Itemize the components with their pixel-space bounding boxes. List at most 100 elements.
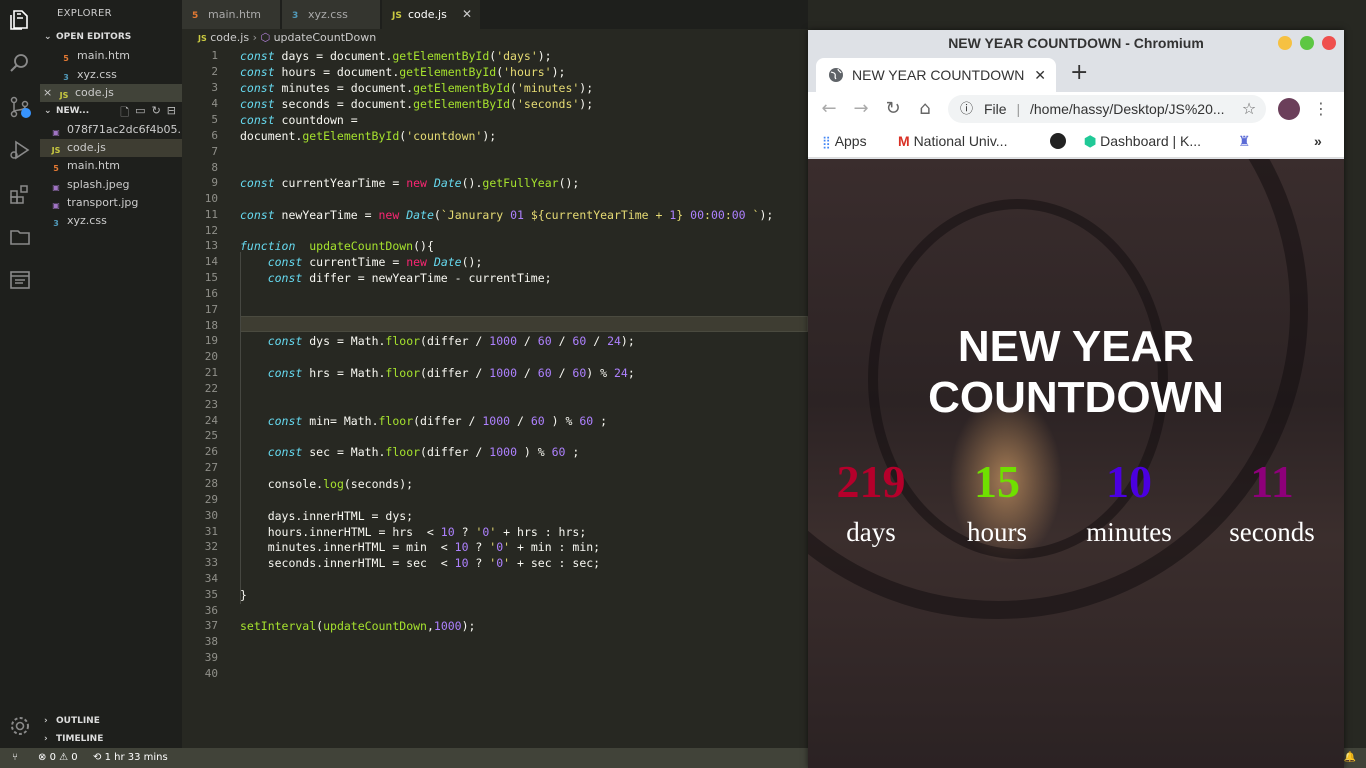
time-value: 1 hr 33 mins: [104, 752, 168, 763]
breadcrumb-file[interactable]: code.js: [210, 31, 249, 44]
globe-icon: [829, 68, 843, 82]
line-number: 17: [204, 303, 218, 316]
html-file-icon: 5: [63, 54, 69, 63]
github-bookmark[interactable]: [1050, 133, 1066, 149]
code-line: const min= Math.floor(differ / 1000 / 60…: [267, 414, 608, 428]
minutes-value: 10: [1106, 456, 1152, 507]
home-button[interactable]: ⌂: [914, 98, 936, 120]
file-item[interactable]: JS code.js: [40, 139, 182, 157]
close-window-button[interactable]: [1322, 36, 1336, 50]
notifications-icon[interactable]: 🔔: [1344, 748, 1356, 768]
timeline-label: TIMELINE: [56, 734, 104, 744]
browser-tab[interactable]: NEW YEAR COUNTDOWN ✕: [816, 58, 1056, 92]
close-tab-icon[interactable]: ✕: [1034, 58, 1046, 92]
maximize-button[interactable]: [1300, 36, 1314, 50]
breadcrumb-symbol[interactable]: updateCountDown: [274, 31, 377, 44]
extensions-icon[interactable]: [8, 182, 32, 206]
editor-tabs: 5 main.htm 3 xyz.css JS code.js ✕: [182, 0, 808, 29]
new-tab-button[interactable]: +: [1070, 60, 1088, 85]
bookmark-label: National Univ...: [913, 133, 1008, 149]
open-editor-code-js[interactable]: × JS code.js: [40, 84, 182, 102]
line-number: 15: [204, 271, 218, 284]
reload-button[interactable]: ↻: [882, 98, 904, 120]
bookmark-national-univ[interactable]: M National Univ...: [898, 133, 1007, 149]
open-editors-header[interactable]: ⌄ OPEN EDITORS: [44, 32, 131, 42]
file-item[interactable]: ▣ splash.jpeg: [50, 176, 182, 194]
address-bar[interactable]: ⓘ File | /home/hassy/Desktop/JS%20...: [948, 95, 1266, 123]
chevron-down-icon: ⌄: [44, 32, 52, 42]
bookmarks-bar: ⣿ Apps M National Univ... ⬢ Dashboard | …: [808, 126, 1344, 158]
line-number: 9: [211, 176, 218, 189]
line-number: 24: [204, 414, 218, 427]
chevron-down-icon: ⌄: [44, 106, 52, 116]
bookmark-label: Apps: [834, 133, 867, 149]
bookmark-dashboard[interactable]: ⬢ Dashboard | K...: [1084, 133, 1201, 150]
tab-title: NEW YEAR COUNTDOWN: [852, 67, 1025, 83]
remote-icon[interactable]: ⑂: [12, 748, 18, 768]
chevron-right-icon: ›: [44, 716, 48, 726]
bookmark-apps[interactable]: ⣿ Apps: [822, 133, 867, 149]
file-item[interactable]: ▣ transport.jpg: [50, 194, 182, 212]
info-icon: ⓘ: [960, 101, 974, 116]
source-control-icon[interactable]: [8, 95, 32, 119]
code-line: hours.innerHTML = hrs < 10 ? '0' + hrs :…: [240, 525, 587, 539]
bookmarks-overflow[interactable]: »: [1314, 133, 1322, 149]
explorer-icon[interactable]: [8, 8, 32, 32]
tab-code-js[interactable]: JS code.js ✕: [382, 0, 480, 29]
tab-label: main.htm: [208, 8, 261, 21]
tab-xyz-css[interactable]: 3 xyz.css: [282, 0, 380, 29]
image-file-icon: ▣: [52, 201, 60, 210]
problems-indicator[interactable]: ⊗ 0 ⚠ 0: [38, 748, 78, 768]
line-number: 6: [211, 129, 218, 142]
line-number: 31: [204, 525, 218, 538]
back-button[interactable]: ←: [818, 98, 840, 120]
line-number: 7: [211, 145, 218, 158]
explorer-sidebar: EXPLORER ⌄ OPEN EDITORS 5 main.htm 3 xyz.cs…: [40, 0, 182, 748]
run-debug-icon[interactable]: [8, 138, 32, 162]
browser-preview-icon[interactable]: [8, 268, 32, 292]
minimize-button[interactable]: [1278, 36, 1292, 50]
file-label: transport.jpg: [67, 196, 139, 209]
menu-kebab-icon[interactable]: ⋮: [1310, 98, 1332, 120]
line-number: 10: [204, 192, 218, 205]
line-number: 5: [211, 113, 218, 126]
line-number: 22: [204, 382, 218, 395]
file-item[interactable]: 5 main.htm: [50, 157, 182, 175]
code-editor[interactable]: 1 const days = document.getElementById('d…: [182, 46, 808, 748]
bookmark-star-icon[interactable]: ☆: [1238, 98, 1260, 120]
profile-avatar[interactable]: [1278, 98, 1300, 120]
current-line-highlight: [240, 316, 808, 332]
open-editor-xyz-css[interactable]: 3 xyz.css: [60, 66, 182, 84]
timeline-header[interactable]: › TIMELINE: [44, 734, 103, 744]
code-line: function updateCountDown(){: [240, 239, 434, 253]
file-label: xyz.css: [67, 214, 107, 227]
line-number: 11: [204, 208, 218, 221]
hours-label: hours: [967, 517, 1027, 547]
bookmark-extension-icon[interactable]: ♜: [1238, 133, 1251, 150]
open-editor-main-htm[interactable]: 5 main.htm: [60, 47, 182, 65]
code-line: const countdown =: [240, 113, 358, 127]
code-line: const minutes = document.getElementById(…: [240, 81, 594, 95]
file-item[interactable]: 3 xyz.css: [50, 212, 182, 230]
hours-value: 15: [974, 456, 1020, 507]
close-icon[interactable]: ✕: [462, 0, 472, 29]
tab-main-htm[interactable]: 5 main.htm: [182, 0, 280, 29]
outline-header[interactable]: › OUTLINE: [44, 716, 100, 726]
file-item[interactable]: ▣ 078f71ac2dc6f4b05...: [50, 121, 182, 139]
line-number: 30: [204, 509, 218, 522]
warning-count: 0: [71, 752, 78, 763]
search-icon[interactable]: [8, 51, 32, 75]
folder-icon[interactable]: [8, 225, 32, 249]
forward-button[interactable]: →: [850, 98, 872, 120]
code-line: document.getElementById('countdown');: [240, 129, 497, 143]
folder-header[interactable]: ⌄ NEW...: [44, 106, 89, 116]
close-icon[interactable]: ×: [43, 84, 52, 102]
line-number: 3: [211, 81, 218, 94]
error-icon: ⊗: [38, 752, 47, 763]
code-line: const seconds = document.getElementById(…: [240, 97, 594, 111]
time-tracker[interactable]: ⟲ 1 hr 33 mins: [93, 748, 168, 768]
line-number: 21: [204, 366, 218, 379]
kaggle-icon: ⬢: [1084, 133, 1097, 149]
settings-gear-icon[interactable]: [8, 714, 32, 738]
countdown-title-line1: NEW YEAR: [957, 322, 1195, 371]
